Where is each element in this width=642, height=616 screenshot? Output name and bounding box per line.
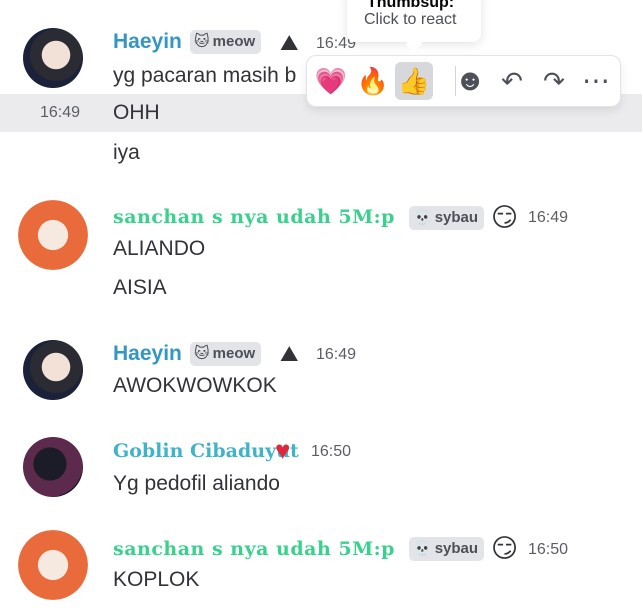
timestamp[interactable]: 16:50 <box>311 443 351 461</box>
message-text: AISIA <box>113 276 167 299</box>
server-tag-label: meow <box>212 33 256 50</box>
avatar[interactable] <box>23 437 83 497</box>
message-text: OHH <box>113 101 160 124</box>
mountain-icon: ⛰ <box>280 341 299 366</box>
cat-icon: 🐱 <box>194 345 210 362</box>
avatar[interactable] <box>23 28 83 88</box>
avatar[interactable] <box>23 340 83 400</box>
react-pink-heart-button[interactable]: 💗 <box>312 62 350 100</box>
author-name[interactable]: Haeyin <box>113 30 182 54</box>
timestamp[interactable]: 16:50 <box>528 541 568 559</box>
message-text: Yg pedofil aliando <box>113 472 280 495</box>
message-text: ALIANDO <box>113 237 206 260</box>
author-name[interactable]: Goblin Cibaduyut <box>113 440 299 462</box>
author-name[interactable]: sanchan s nya udah 5M:p <box>113 206 395 228</box>
reply-icon[interactable]: ↶ <box>493 62 531 100</box>
reaction-tooltip: Thumbsup: Click to react <box>347 0 481 53</box>
skull-icon: 💀 <box>413 209 432 226</box>
message-text: iya <box>113 141 140 164</box>
server-tag[interactable]: 🐱 meow <box>190 30 262 54</box>
avatar[interactable] <box>18 200 88 270</box>
tooltip-subtitle: Click to react <box>364 11 457 28</box>
avatar[interactable] <box>18 530 88 600</box>
cat-icon: 🐱 <box>194 33 210 50</box>
server-tag-label: sybau <box>434 209 479 226</box>
server-tag-label: meow <box>212 345 256 362</box>
message-text: yg pacaran masih b <box>113 64 297 87</box>
author-name[interactable]: Haeyin <box>113 342 182 366</box>
smirk-emoji-icon: 😏 <box>491 202 519 232</box>
more-icon[interactable]: ⋯ <box>577 62 615 100</box>
hover-timestamp: 16:49 <box>40 104 81 121</box>
message-text: AWOKWOWKOK <box>113 374 277 397</box>
timestamp[interactable]: 16:49 <box>528 209 568 227</box>
tooltip-pointer <box>405 35 423 53</box>
react-fire-button[interactable]: 🔥 <box>354 62 392 100</box>
server-tag-label: sybau <box>434 540 479 557</box>
mountain-icon: ⛰ <box>280 30 299 55</box>
smirk-emoji-icon: 😏 <box>491 533 519 563</box>
message-text: KOPLOK <box>113 568 200 591</box>
message-action-toolbar: 💗 🔥 👍 ☻ ↶ ↷ ⋯ <box>307 56 620 106</box>
add-reaction-icon[interactable]: ☻ <box>451 62 489 100</box>
server-tag[interactable]: 💀 sybau <box>409 206 485 230</box>
timestamp[interactable]: 16:49 <box>316 346 356 364</box>
server-tag[interactable]: 🐱 meow <box>190 342 262 366</box>
forward-icon[interactable]: ↷ <box>535 62 573 100</box>
react-thumbsup-button[interactable]: 👍 <box>395 62 433 100</box>
server-tag[interactable]: 💀 sybau <box>409 537 485 561</box>
skull-icon: 💀 <box>413 540 432 557</box>
heart-emoji-icon: ♥ <box>275 435 291 465</box>
author-name[interactable]: sanchan s nya udah 5M:p <box>113 538 395 560</box>
